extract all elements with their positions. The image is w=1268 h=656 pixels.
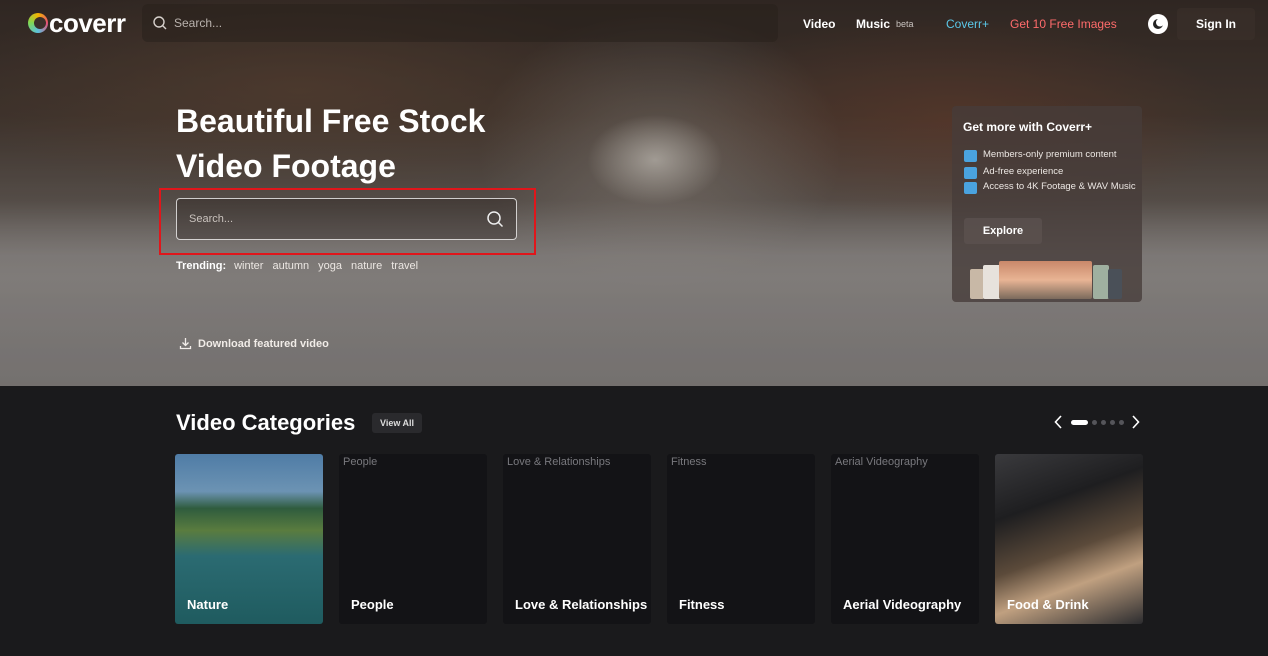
broken-image-alt: People [343,456,378,468]
4k-icon [964,182,977,194]
logo[interactable]: coverr [28,9,126,37]
trending-tag[interactable]: travel [391,260,418,272]
nav-search-bar[interactable] [142,4,778,42]
trending-tag[interactable]: yoga [318,260,342,272]
trending-tag[interactable]: winter [234,260,263,272]
trending-tags: Trending: winter autumn yoga nature trav… [176,260,418,272]
premium-icon [964,150,977,162]
beta-badge: beta [896,19,914,29]
hero-headline: Beautiful Free Stock Video Footage [176,103,486,184]
logo-mark-icon [28,13,48,33]
category-card-love-relationships[interactable]: Love & Relationships Love & Relationship… [503,454,651,624]
nav-link-video[interactable]: Video [803,17,835,31]
category-card-fitness[interactable]: Fitness Fitness [667,454,815,624]
nav-link-free-images[interactable]: Get 10 Free Images [1010,17,1117,31]
ad-free-icon [964,167,977,179]
search-highlight-box [159,188,536,255]
broken-image-alt: Aerial Videography [835,456,928,468]
trending-tag[interactable]: nature [351,260,382,272]
chevron-left-icon[interactable] [1051,414,1065,430]
search-icon [153,16,167,30]
carousel-dot[interactable] [1110,420,1115,425]
promo-item: Access to 4K Footage & WAV Music [964,182,1136,194]
broken-image-alt: Fitness [671,456,707,468]
promo-title: Get more with Coverr+ [963,120,1093,134]
carousel-dot[interactable] [1092,420,1097,425]
view-all-button[interactable]: View All [372,413,423,433]
coverr-plus-promo-card: Get more with Coverr+ Members-only premi… [952,106,1142,302]
trending-label: Trending: [176,260,227,272]
carousel-pagination [1071,420,1124,425]
download-icon [179,338,192,350]
download-featured-video-link[interactable]: Download featured video [179,337,329,350]
category-card-food-drink[interactable]: Food & Drink [995,454,1143,624]
promo-thumbnails [968,261,1126,301]
carousel-dot[interactable] [1071,420,1088,425]
logo-text: coverr [49,8,126,38]
nav-link-music[interactable]: Music [856,17,890,31]
carousel-dot[interactable] [1101,420,1106,425]
hero-section: coverr Video Music beta Coverr+ Get 10 F… [0,0,1268,386]
category-card-nature[interactable]: Nature [175,454,323,624]
promo-item: Ad-free experience [964,167,1136,179]
chevron-right-icon[interactable] [1128,414,1142,430]
nav-search-input[interactable] [174,16,734,30]
theme-toggle-button[interactable] [1148,14,1168,34]
category-card-people[interactable]: People People [339,454,487,624]
nav-link-coverr-plus[interactable]: Coverr+ [946,17,989,31]
sign-in-button[interactable]: Sign In [1177,8,1255,40]
category-card-aerial-videography[interactable]: Aerial Videography Aerial Videography [831,454,979,624]
video-categories-section: Video Categories View All Nature People … [0,386,1268,656]
carousel-dot[interactable] [1119,420,1124,425]
section-title: Video Categories [176,410,356,435]
trending-tag[interactable]: autumn [272,260,309,272]
category-cards: Nature People People Love & Relationship… [175,454,1143,624]
broken-image-alt: Love & Relationships [507,456,611,468]
promo-item: Members-only premium content [964,150,1136,162]
top-nav: coverr Video Music beta Coverr+ Get 10 F… [0,0,1268,48]
moon-icon [1153,18,1164,29]
explore-button[interactable]: Explore [964,218,1042,244]
